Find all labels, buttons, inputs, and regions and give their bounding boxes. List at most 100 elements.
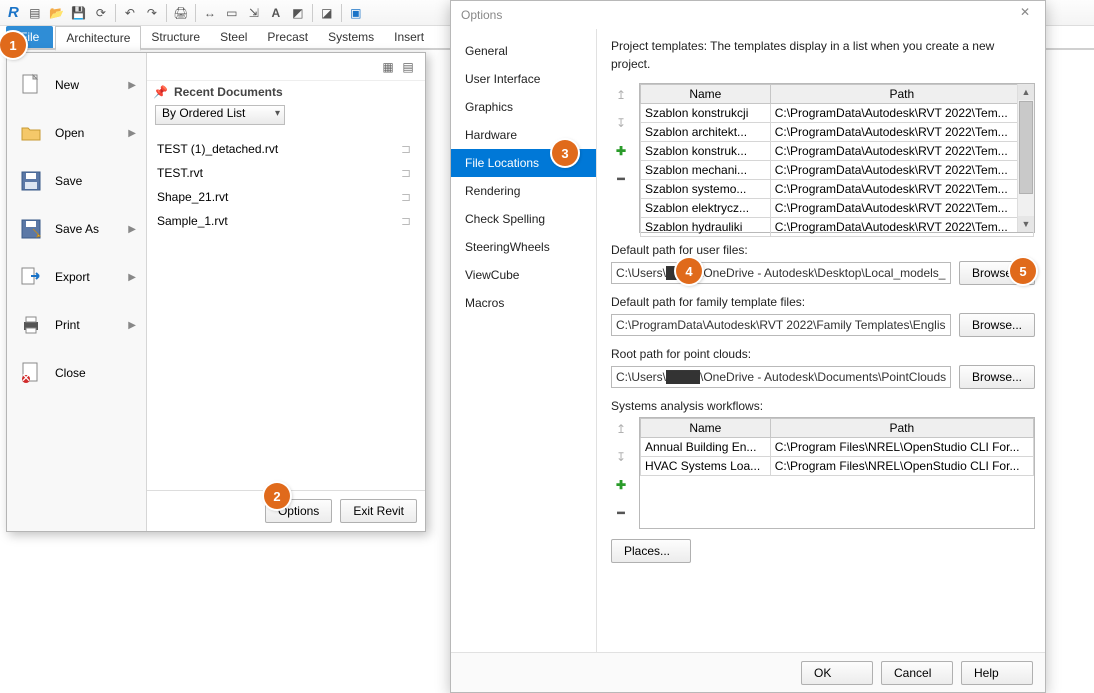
file-menu-header: ▦ ▤: [147, 53, 425, 81]
table-row[interactable]: Szablon mechani...C:\ProgramData\Autodes…: [641, 161, 1034, 180]
col-path[interactable]: Path: [770, 85, 1033, 104]
chevron-right-icon: ▶: [128, 272, 136, 283]
exit-revit-button[interactable]: Exit Revit: [340, 499, 417, 523]
chevron-right-icon: ▶: [128, 224, 136, 235]
dialog-titlebar[interactable]: Options ✕: [451, 1, 1045, 29]
remove-icon[interactable]: ━: [611, 169, 631, 189]
align-icon[interactable]: ▭: [222, 3, 242, 23]
col-path[interactable]: Path: [770, 419, 1033, 438]
home-icon[interactable]: ▤: [25, 3, 45, 23]
tab-systems[interactable]: Systems: [318, 26, 384, 48]
tab-steel[interactable]: Steel: [210, 26, 257, 48]
templates-grid[interactable]: Name Path Szablon konstrukcjiC:\ProgramD…: [640, 84, 1034, 237]
table-row[interactable]: Annual Building En...C:\Program Files\NR…: [641, 438, 1034, 457]
table-row[interactable]: Szablon konstruk...C:\ProgramData\Autode…: [641, 142, 1034, 161]
file-menu-export[interactable]: Export ▶: [7, 253, 146, 301]
family-template-input[interactable]: [611, 314, 951, 336]
tab-insert[interactable]: Insert: [384, 26, 434, 48]
separator: [195, 4, 196, 22]
file-menu-save-as[interactable]: Save As ▶: [7, 205, 146, 253]
places-row: Places...: [611, 539, 1035, 563]
options-nav-rendering[interactable]: Rendering: [451, 177, 596, 205]
print-icon[interactable]: 🖨: [171, 3, 191, 23]
pointcloud-input[interactable]: [611, 366, 951, 388]
help-button[interactable]: Help: [961, 661, 1033, 685]
step-marker-2: 2: [264, 483, 290, 509]
file-menu-open[interactable]: Open ▶: [7, 109, 146, 157]
browse-family-button[interactable]: Browse...: [959, 313, 1035, 337]
places-button[interactable]: Places...: [611, 539, 691, 563]
options-nav-macros[interactable]: Macros: [451, 289, 596, 317]
move-up-icon[interactable]: ↥: [611, 85, 631, 105]
close-icon[interactable]: ✕: [1011, 5, 1039, 25]
move-down-icon[interactable]: ↧: [611, 113, 631, 133]
recent-item[interactable]: Shape_21.rvt⊐: [153, 185, 419, 209]
add-icon[interactable]: ✚: [611, 475, 631, 495]
dimension-icon[interactable]: ⇲: [244, 3, 264, 23]
file-menu-close[interactable]: ✕ Close: [7, 349, 146, 397]
pin-icon[interactable]: ⊐: [397, 190, 415, 204]
cancel-button[interactable]: Cancel: [881, 661, 953, 685]
sync-icon[interactable]: ⟳: [91, 3, 111, 23]
table-row[interactable]: Szablon systemo...C:\ProgramData\Autodes…: [641, 180, 1034, 199]
scroll-up-icon[interactable]: ▲: [1018, 84, 1034, 100]
tab-structure[interactable]: Structure: [141, 26, 210, 48]
file-menu-print[interactable]: Print ▶: [7, 301, 146, 349]
section-icon[interactable]: ◪: [317, 3, 337, 23]
project-templates-area: ↥ ↧ ✚ ━ Name Path Szablon konstrukcjiC:\…: [611, 83, 1035, 233]
recent-sort-combo[interactable]: By Ordered List: [155, 105, 285, 125]
systems-grid[interactable]: Name Path Annual Building En...C:\Progra…: [640, 418, 1034, 476]
scrollbar[interactable]: ▲ ▼: [1017, 84, 1034, 232]
recent-item[interactable]: TEST.rvt⊐: [153, 161, 419, 185]
user-files-input[interactable]: [611, 262, 951, 284]
save-disk-icon: [17, 167, 45, 195]
col-name[interactable]: Name: [641, 419, 771, 438]
col-name[interactable]: Name: [641, 85, 771, 104]
3d-icon[interactable]: ◩: [288, 3, 308, 23]
scroll-thumb[interactable]: [1019, 101, 1033, 194]
recent-item[interactable]: Sample_1.rvt⊐: [153, 209, 419, 233]
systems-tools: ↥ ↧ ✚ ━: [611, 417, 633, 523]
text-icon[interactable]: A: [266, 3, 286, 23]
move-down-icon[interactable]: ↧: [611, 447, 631, 467]
tab-precast[interactable]: Precast: [257, 26, 318, 48]
options-nav-viewcube[interactable]: ViewCube: [451, 261, 596, 289]
file-menu-label: Close: [55, 366, 136, 380]
file-menu-new[interactable]: New ▶: [7, 61, 146, 109]
redo-icon[interactable]: ↷: [142, 3, 162, 23]
options-nav-general[interactable]: General: [451, 37, 596, 65]
table-row[interactable]: Szablon konstrukcjiC:\ProgramData\Autode…: [641, 104, 1034, 123]
view-small-icon[interactable]: ▤: [399, 58, 417, 76]
view-large-icon[interactable]: ▦: [379, 58, 397, 76]
remove-icon[interactable]: ━: [611, 503, 631, 523]
tab-architecture[interactable]: Architecture: [55, 26, 141, 51]
options-nav-steeringwheels[interactable]: SteeringWheels: [451, 233, 596, 261]
svg-text:✕: ✕: [21, 371, 31, 385]
templates-grid-wrap: Name Path Szablon konstrukcjiC:\ProgramD…: [639, 83, 1035, 233]
move-up-icon[interactable]: ↥: [611, 419, 631, 439]
save-icon[interactable]: 💾: [69, 3, 89, 23]
pin-icon[interactable]: ⊐: [397, 214, 415, 228]
table-row[interactable]: Szablon architekt...C:\ProgramData\Autod…: [641, 123, 1034, 142]
manage-icon[interactable]: ▣: [346, 3, 366, 23]
pin-icon[interactable]: ⊐: [397, 142, 415, 156]
recent-item[interactable]: TEST (1)_detached.rvt⊐: [153, 137, 419, 161]
table-row[interactable]: Szablon hydraulikiC:\ProgramData\Autodes…: [641, 218, 1034, 237]
table-row[interactable]: Szablon elektrycz...C:\ProgramData\Autod…: [641, 199, 1034, 218]
open-icon[interactable]: 📂: [47, 3, 67, 23]
undo-icon[interactable]: ↶: [120, 3, 140, 23]
open-folder-icon: [17, 119, 45, 147]
options-nav-graphics[interactable]: Graphics: [451, 93, 596, 121]
options-nav-spelling[interactable]: Check Spelling: [451, 205, 596, 233]
measure-icon[interactable]: ↔: [200, 3, 220, 23]
scroll-down-icon[interactable]: ▼: [1018, 216, 1034, 232]
chevron-right-icon: ▶: [128, 320, 136, 331]
table-row[interactable]: HVAC Systems Loa...C:\Program Files\NREL…: [641, 457, 1034, 476]
options-nav-ui[interactable]: User Interface: [451, 65, 596, 93]
add-icon[interactable]: ✚: [611, 141, 631, 161]
file-menu-left: New ▶ Open ▶ Save Save As ▶ Export ▶ Pri…: [7, 53, 147, 531]
file-menu-save[interactable]: Save: [7, 157, 146, 205]
pin-icon[interactable]: ⊐: [397, 166, 415, 180]
ok-button[interactable]: OK: [801, 661, 873, 685]
browse-pointcloud-button[interactable]: Browse...: [959, 365, 1035, 389]
